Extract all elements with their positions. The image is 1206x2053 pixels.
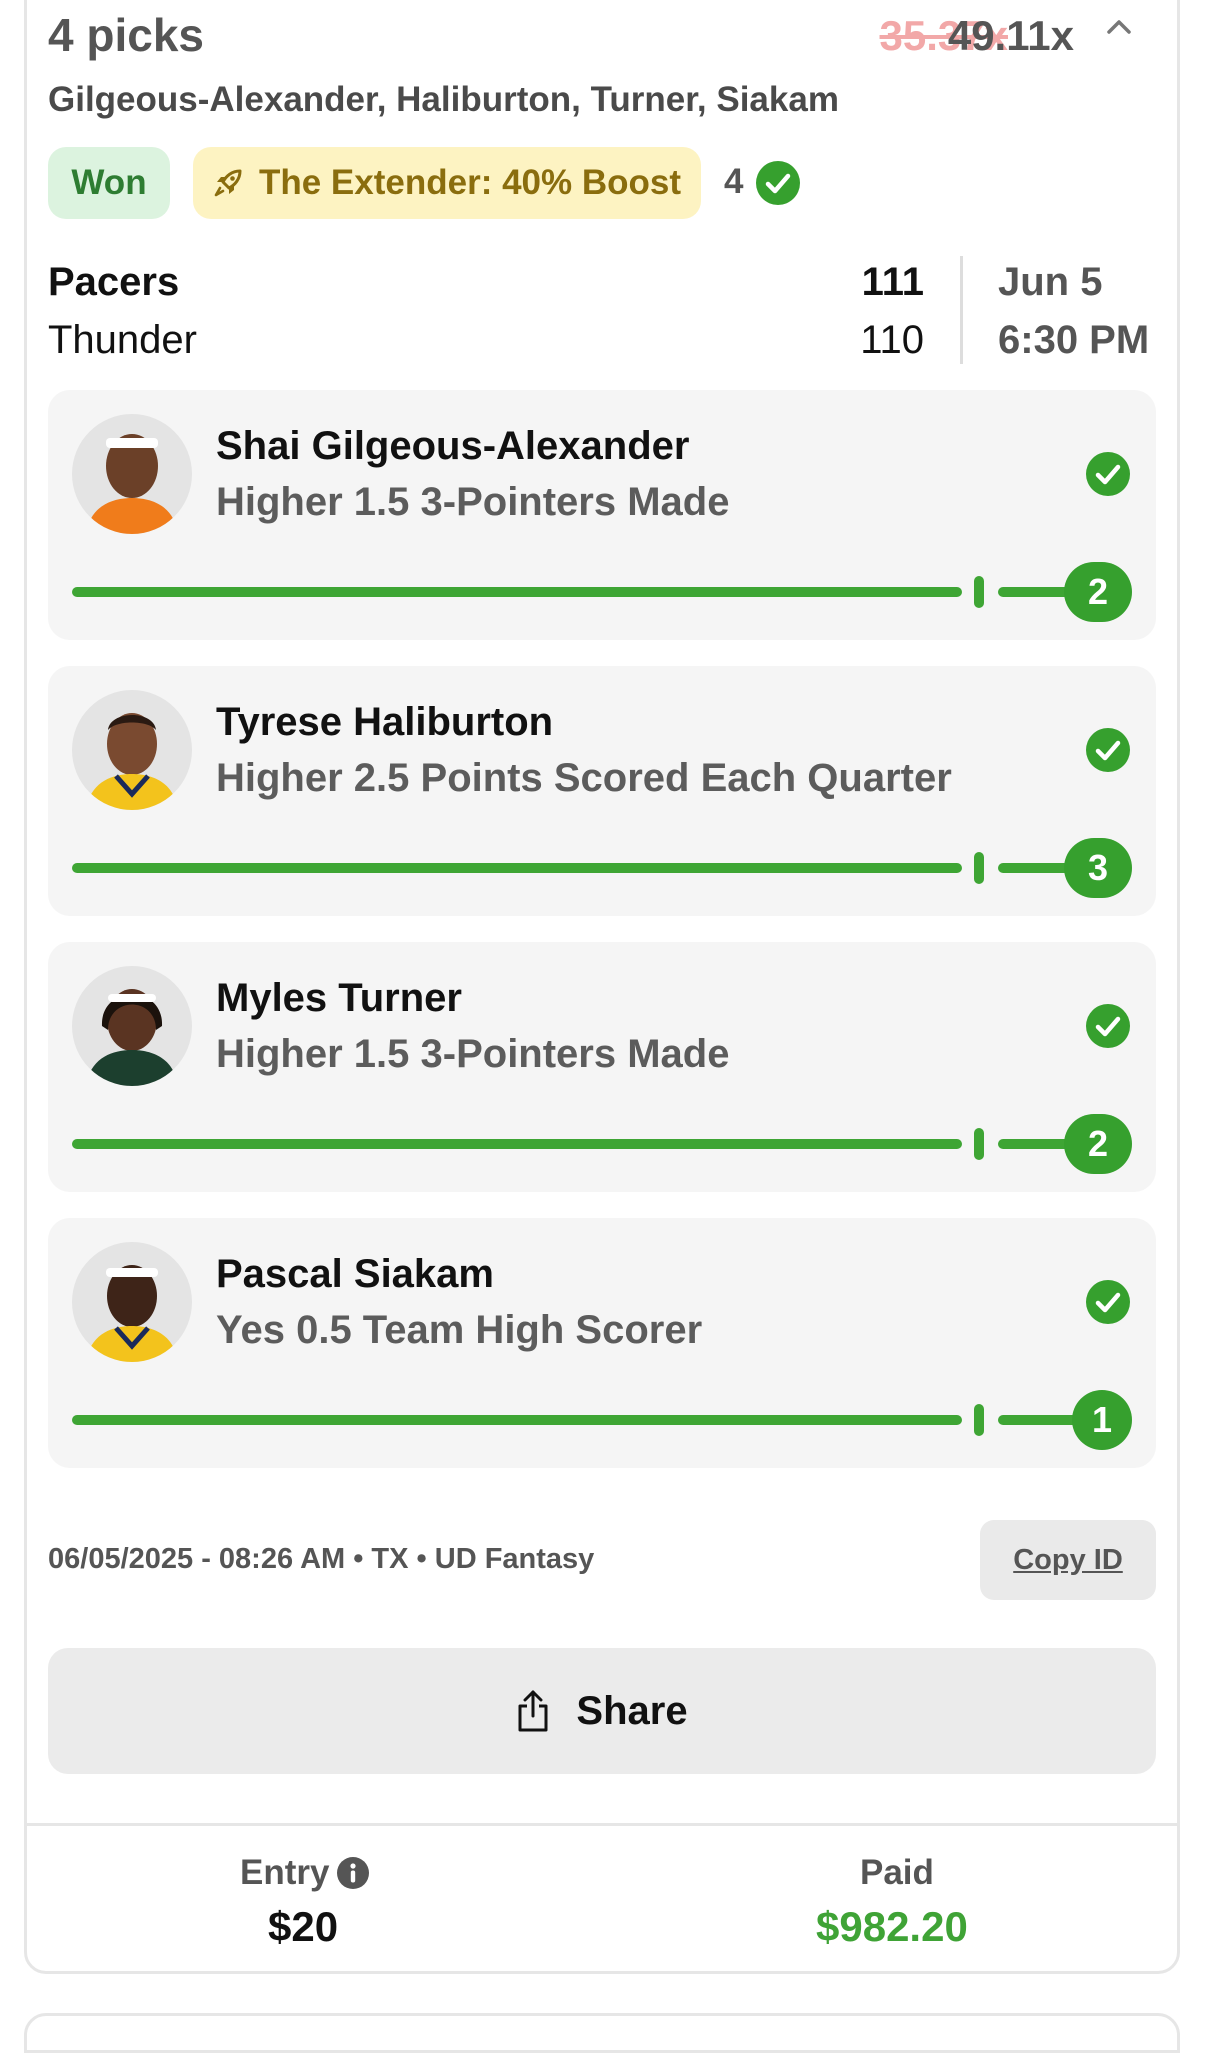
copy-id-button[interactable]: Copy ID: [980, 1520, 1156, 1600]
progress-line-marker: [974, 1404, 984, 1436]
player-name: Shai Gilgeous-Alexander: [216, 424, 690, 468]
progress-line-marker: [974, 1128, 984, 1160]
check-circle-icon: [1086, 728, 1130, 772]
correct-count: 4: [724, 162, 744, 201]
picks-title: 4 picks: [48, 9, 204, 61]
next-entry-card[interactable]: [24, 2013, 1180, 2053]
player-photo-icon: [86, 434, 178, 534]
player-avatar: [72, 690, 192, 810]
player-photo-icon: [86, 989, 178, 1086]
actual-result: 2: [1064, 1114, 1132, 1174]
pick-line: Higher 1.5 3-Pointers Made: [216, 1032, 730, 1076]
check-circle-icon: [1086, 452, 1130, 496]
rocket-icon: [214, 169, 242, 197]
actual-result: 1: [1072, 1390, 1132, 1450]
player-avatar: [72, 966, 192, 1086]
paid-amount: $982.20: [816, 1903, 968, 1950]
entry-amount: $20: [268, 1903, 339, 1950]
pick-card[interactable]: Shai Gilgeous-Alexander Higher 1.5 3-Poi…: [48, 390, 1156, 640]
pick-line: Higher 1.5 3-Pointers Made: [216, 480, 730, 524]
progress-bar: [72, 587, 962, 597]
pick-line: Yes 0.5 Team High Scorer: [216, 1308, 703, 1352]
player-avatar: [72, 414, 192, 534]
actual-result: 2: [1064, 562, 1132, 622]
game-time: 6:30 PM: [998, 318, 1150, 362]
chevron-up-icon[interactable]: [1106, 14, 1132, 40]
progress-bar: [72, 863, 962, 873]
team-away-score: 110: [860, 318, 924, 362]
actual-result: 3: [1064, 838, 1132, 898]
info-icon[interactable]: [336, 1856, 370, 1890]
progress-line-marker: [974, 576, 984, 608]
share-button[interactable]: Share: [48, 1648, 1156, 1774]
footer-divider: [24, 1823, 1180, 1826]
progress-bar: [72, 1415, 962, 1425]
player-name: Myles Turner: [216, 976, 462, 1020]
score-divider: [960, 256, 963, 364]
player-name: Tyrese Haliburton: [216, 700, 554, 744]
team-home-name: Pacers: [48, 260, 180, 304]
status-badge: Won: [48, 147, 170, 219]
share-label: Share: [576, 1688, 688, 1733]
check-circle-icon: [1086, 1004, 1130, 1048]
boost-badge[interactable]: The Extender: 40% Boost: [193, 147, 701, 219]
entry-label: Entry: [240, 1853, 330, 1892]
player-photo-icon: [86, 1265, 178, 1362]
pick-card[interactable]: Myles Turner Higher 1.5 3-Pointers Made …: [48, 942, 1156, 1192]
progress-bar: [72, 1139, 962, 1149]
pick-line: Higher 2.5 Points Scored Each Quarter: [216, 756, 952, 800]
progress-line-marker: [974, 852, 984, 884]
check-circle-icon: [1086, 1280, 1130, 1324]
team-away-name: Thunder: [48, 318, 197, 362]
player-name: Pascal Siakam: [216, 1252, 494, 1296]
new-multiplier: 49.11x: [947, 12, 1074, 59]
boost-label: The Extender: 40% Boost: [258, 163, 682, 202]
check-circle-icon: [756, 161, 800, 205]
pick-card[interactable]: Tyrese Haliburton Higher 2.5 Points Scor…: [48, 666, 1156, 916]
player-names: Gilgeous-Alexander, Haliburton, Turner, …: [48, 80, 839, 119]
player-avatar: [72, 1242, 192, 1362]
progress-bar-end: [998, 1415, 1078, 1425]
entry-meta: 06/05/2025 - 08:26 AM • TX • UD Fantasy: [48, 1543, 595, 1575]
paid-label: Paid: [860, 1853, 934, 1892]
game-date: Jun 5: [998, 260, 1103, 304]
player-photo-icon: [86, 713, 178, 810]
share-icon: [518, 1690, 548, 1732]
team-home-score: 111: [861, 260, 924, 304]
pick-card[interactable]: Pascal Siakam Yes 0.5 Team High Scorer 1: [48, 1218, 1156, 1468]
